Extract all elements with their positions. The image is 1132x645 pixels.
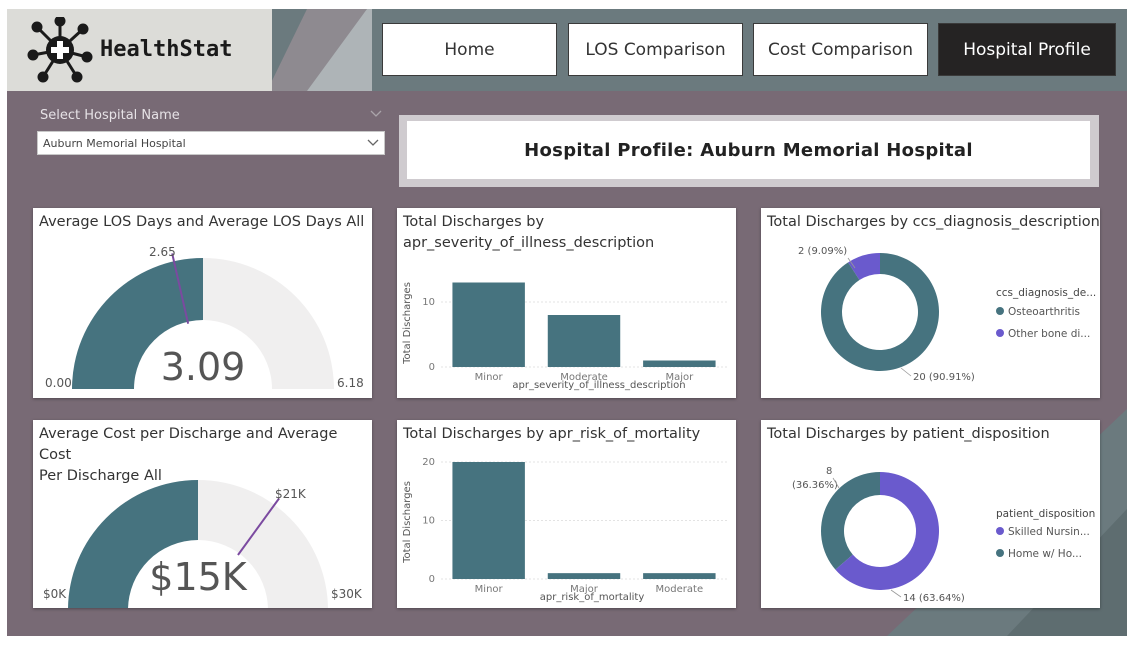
los-gauge-target-label: 2.65	[149, 245, 176, 259]
diagnosis-donut-card[interactable]: Total Discharges by ccs_diagnosis_descri…	[761, 208, 1100, 398]
cost-gauge-max: $30K	[331, 587, 363, 601]
app-name: HealthStat	[100, 37, 233, 62]
cost-gauge-card[interactable]: Average Cost per Discharge and Average C…	[33, 420, 372, 608]
severity-y-tick: 10	[422, 297, 435, 308]
disposition-slice-label-home-line2: (36.36%)	[792, 480, 838, 491]
nav-home-button[interactable]: Home	[382, 23, 557, 76]
diagnosis-leader-osteoarthritis	[900, 367, 912, 377]
severity-x-tick-major: Major	[665, 372, 694, 383]
nav-cost-comparison-button[interactable]: Cost Comparison	[753, 23, 928, 76]
mortality-chart-card[interactable]: Total Discharges by apr_risk_of_mortalit…	[397, 420, 736, 608]
slicer-label: Select Hospital Name	[40, 108, 180, 123]
disposition-donut-card[interactable]: Total Discharges by patient_disposition …	[761, 420, 1100, 608]
disposition-slice-label-skilled: 14 (63.64%)	[903, 593, 965, 604]
mortality-bar-moderate	[643, 573, 716, 579]
mortality-y-axis-label: Total Discharges	[402, 481, 413, 564]
diagnosis-legend-osteoarthritis: Osteoarthritis	[1008, 306, 1080, 318]
disposition-legend-home: Home w/ Ho...	[1008, 548, 1082, 560]
chevron-down-icon	[367, 139, 379, 146]
logo-area: HealthStat	[7, 9, 372, 91]
mortality-y-tick: 10	[422, 516, 435, 527]
los-gauge: 0.00 6.18 3.09 2.65	[45, 245, 364, 390]
severity-y-tick: 0	[429, 362, 435, 373]
mortality-x-tick-minor: Minor	[475, 584, 504, 595]
severity-x-tick-minor: Minor	[475, 372, 504, 383]
cost-gauge: $0K $30K $15K $21K	[43, 480, 363, 608]
healthstat-logo-icon	[27, 17, 93, 83]
disposition-legend-title: patient_disposition	[996, 508, 1095, 520]
mortality-bar-chart: Total Discharges apr_risk_of_mortality 0…	[402, 457, 727, 603]
mortality-bar-major	[547, 573, 621, 579]
diagnosis-slice-label-other: 2 (9.09%)	[798, 246, 847, 257]
hospital-dropdown[interactable]: Auburn Memorial Hospital	[37, 131, 385, 155]
diagnosis-slice-osteoarthritis	[821, 253, 939, 371]
severity-bar-chart: Total Discharges apr_severity_of_illness…	[402, 282, 727, 391]
severity-x-tick-moderate: Moderate	[560, 372, 608, 383]
mortality-y-tick: 20	[422, 457, 435, 468]
nav-los-comparison-button[interactable]: LOS Comparison	[568, 23, 743, 76]
nav-hospital-profile-button[interactable]: Hospital Profile	[938, 23, 1116, 76]
mortality-x-tick-moderate: Moderate	[656, 584, 704, 595]
mortality-y-tick: 0	[429, 574, 435, 585]
slicer-collapse-chevron-icon[interactable]	[369, 109, 383, 119]
los-gauge-min: 0.00	[45, 376, 72, 390]
los-gauge-max: 6.18	[337, 376, 364, 390]
severity-chart-card[interactable]: Total Discharges by apr_severity_of_illn…	[397, 208, 736, 398]
mortality-x-tick-major: Major	[570, 584, 599, 595]
diagnosis-legend-other: Other bone di...	[1008, 328, 1090, 340]
los-gauge-card[interactable]: Average LOS Days and Average LOS Days Al…	[33, 208, 372, 398]
page-title: Hospital Profile: Auburn Memorial Hospit…	[407, 121, 1090, 179]
diagnosis-donut-chart: 2 (9.09%) 20 (90.91%) ccs_diagnosis_de..…	[798, 246, 1096, 383]
hospital-dropdown-value: Auburn Memorial Hospital	[43, 137, 186, 150]
severity-bar-moderate	[547, 315, 621, 367]
cost-gauge-target-label: $21K	[275, 487, 307, 501]
diagnosis-legend-swatch-other	[996, 329, 1004, 337]
severity-y-axis-label: Total Discharges	[402, 282, 413, 365]
cost-gauge-min: $0K	[43, 587, 67, 601]
diagnosis-slice-label-osteoarthritis: 20 (90.91%)	[913, 372, 975, 383]
diagnosis-legend-swatch-osteoarthritis	[996, 307, 1004, 315]
diagnosis-legend-title: ccs_diagnosis_de...	[996, 287, 1096, 299]
report-canvas: HealthStat Home LOS Comparison Cost Comp…	[7, 9, 1127, 636]
page-title-card: Hospital Profile: Auburn Memorial Hospit…	[399, 115, 1099, 187]
disposition-legend-skilled: Skilled Nursin...	[1008, 526, 1090, 538]
severity-bar-minor	[452, 282, 525, 367]
los-gauge-value: 3.09	[161, 345, 246, 389]
disposition-donut-chart: 8 (36.36%) 14 (63.64%) patient_dispositi…	[792, 466, 1095, 604]
mortality-bar-minor	[452, 462, 525, 579]
disposition-leader-skilled	[890, 589, 902, 598]
disposition-slice-label-home-line1: 8	[826, 466, 832, 477]
disposition-legend-swatch-home	[996, 549, 1004, 557]
disposition-legend-swatch-skilled	[996, 527, 1004, 535]
cost-gauge-value: $15K	[149, 555, 248, 599]
severity-bar-major	[643, 360, 716, 367]
